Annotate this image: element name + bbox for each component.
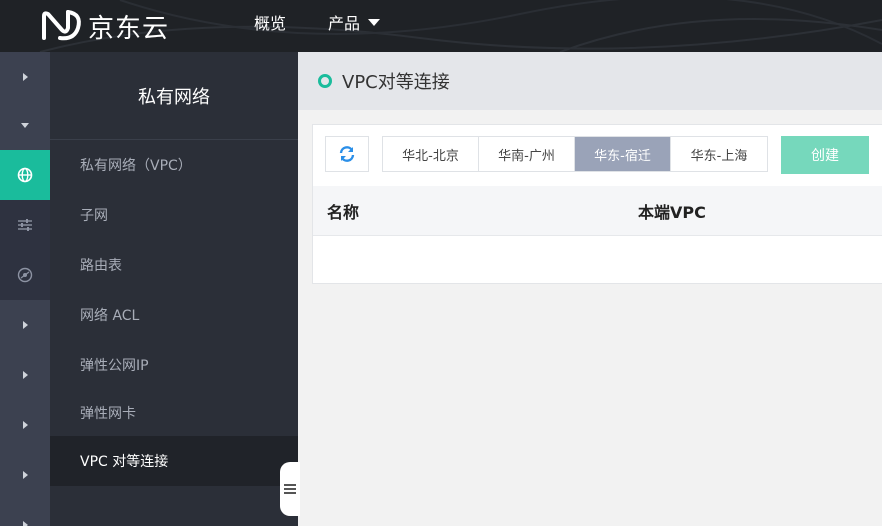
sidebar-item-label: 子网 (80, 208, 108, 224)
column-header-name: 名称 (327, 203, 360, 222)
page-title: VPC对等连接 (342, 72, 450, 93)
region-tab-east-suqian[interactable]: 华东-宿迁 (575, 137, 671, 171)
chevron-right-icon (22, 521, 28, 526)
sidebar: 私有网络 私有网络（VPC） 子网 路由表 网络 ACL 弹性公网IP 弹性网卡… (50, 52, 298, 526)
sidebar-item-label: 弹性网卡 (80, 406, 136, 422)
sidebar-item-label: VPC 对等连接 (80, 454, 169, 470)
region-tab-label: 华南-广州 (498, 148, 555, 164)
nav-overview-label: 概览 (254, 14, 287, 33)
menu-icon (284, 484, 296, 494)
globe-icon (17, 167, 33, 183)
create-button[interactable]: 创建 (781, 136, 869, 174)
brand-name: 京东云 (88, 13, 170, 44)
sidebar-item-label: 网络 ACL (80, 308, 140, 324)
chevron-right-icon (22, 421, 28, 429)
region-tab-label: 华东-宿迁 (594, 148, 651, 164)
rail-expand-4[interactable] (0, 400, 50, 450)
page-header: VPC对等连接 (298, 52, 882, 110)
sidebar-item-route-table[interactable]: 路由表 (50, 240, 298, 290)
sidebar-item-vpc-peering[interactable]: VPC 对等连接 (50, 436, 298, 486)
region-tab-label: 华东-上海 (690, 148, 748, 164)
sidebar-item-elastic-ip[interactable]: 弹性公网IP (50, 340, 298, 390)
region-tabs: 华北-北京 华南-广州 华东-宿迁 华东-上海 (382, 136, 768, 172)
sidebar-item-elastic-nic[interactable]: 弹性网卡 (50, 388, 298, 438)
create-button-label: 创建 (811, 148, 839, 164)
rail-expand-6[interactable] (0, 500, 50, 526)
rail-settings[interactable] (0, 200, 50, 250)
rail-expand-5[interactable] (0, 450, 50, 500)
chevron-down-icon (21, 122, 29, 128)
chevron-right-icon (22, 471, 28, 479)
sidebar-item-label: 私有网络（VPC） (80, 158, 192, 174)
rail-expand-3[interactable] (0, 350, 50, 400)
sidebar-item-label: 弹性公网IP (80, 358, 149, 374)
caret-down-icon (368, 18, 381, 26)
refresh-button[interactable] (325, 136, 369, 172)
sidebar-title: 私有网络 (50, 52, 298, 140)
sidebar-item-network-acl[interactable]: 网络 ACL (50, 290, 298, 340)
region-tab-label: 华北-北京 (402, 148, 459, 164)
region-tab-north-beijing[interactable]: 华北-北京 (383, 137, 479, 171)
rail-expand-2[interactable] (0, 300, 50, 350)
top-nav: 概览 产品 (254, 0, 422, 44)
chevron-right-icon (22, 73, 28, 81)
chevron-right-icon (22, 371, 28, 379)
refresh-icon (339, 146, 355, 162)
sidebar-item-subnet[interactable]: 子网 (50, 190, 298, 240)
rail-expand-1[interactable] (0, 52, 50, 102)
icon-rail (0, 52, 50, 526)
brand-logo[interactable]: 京东云 (38, 6, 169, 46)
status-circle-icon (318, 74, 332, 88)
sidebar-collapse-toggle[interactable] (280, 462, 300, 516)
nav-products-label: 产品 (328, 14, 361, 33)
sliders-icon (18, 219, 32, 231)
rail-collapse[interactable] (0, 100, 50, 150)
content-panel: 华北-北京 华南-广州 华东-宿迁 华东-上海 创建 名称 本端VPC (312, 124, 882, 284)
column-header-local-vpc: 本端VPC (638, 203, 706, 222)
sidebar-item-vpc[interactable]: 私有网络（VPC） (50, 140, 298, 190)
chevron-right-icon (22, 321, 28, 329)
rail-monitor[interactable] (0, 250, 50, 300)
top-bar: 京东云 概览 产品 (0, 0, 882, 52)
rail-network[interactable] (0, 150, 50, 200)
table-header: 名称 本端VPC (313, 186, 882, 236)
nav-overview[interactable]: 概览 (254, 10, 286, 34)
region-tab-south-guangzhou[interactable]: 华南-广州 (479, 137, 575, 171)
network-icon (17, 267, 33, 283)
nav-products[interactable]: 产品 (328, 10, 381, 34)
region-tab-east-shanghai[interactable]: 华东-上海 (671, 137, 767, 171)
sidebar-item-label: 路由表 (80, 258, 122, 274)
jdcloud-logo-icon (42, 10, 81, 41)
